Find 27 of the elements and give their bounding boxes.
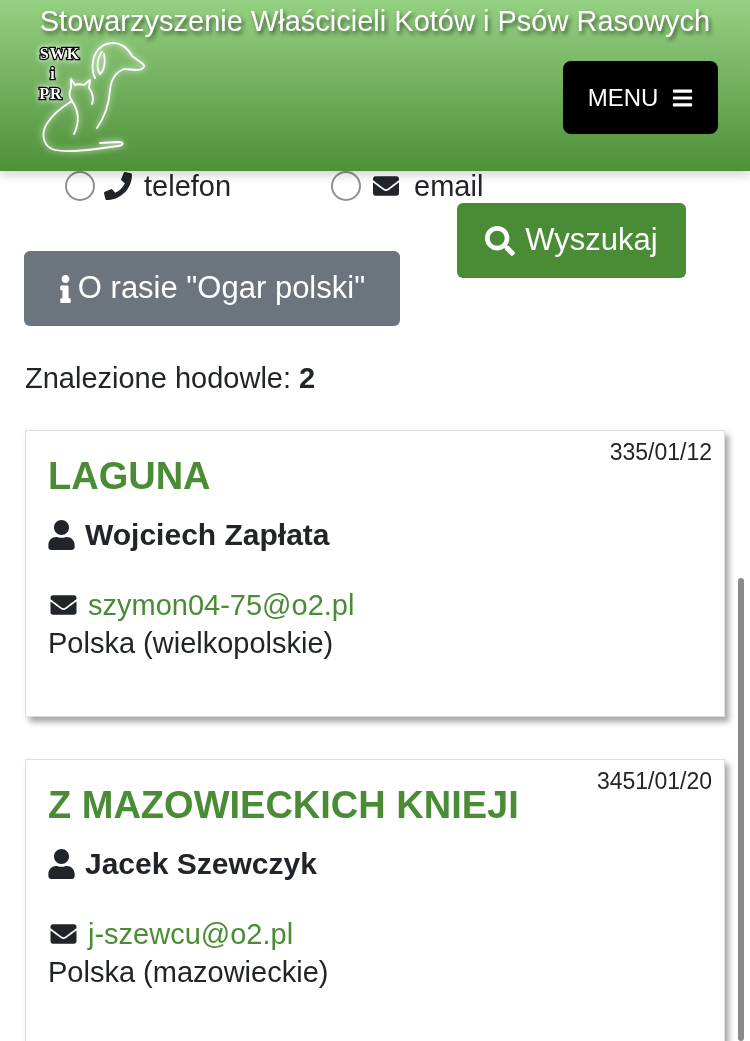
email-link[interactable]: szymon04-75@o2.pl (88, 586, 355, 624)
menu-button[interactable]: MENU (563, 61, 718, 134)
kennel-name-link[interactable]: Z MAZOWIECKICH KNIEJI (48, 783, 519, 827)
info-icon (58, 274, 72, 303)
radio-button[interactable] (65, 171, 95, 201)
email-link[interactable]: j-szewcu@o2.pl (88, 915, 294, 953)
envelope-icon (48, 592, 79, 618)
site-title: Stowarzyszenie Właścicieli Kotów i Psów Rasowych (39, 4, 711, 39)
logo[interactable]: SWK i PR (34, 42, 150, 160)
search-icon (485, 225, 516, 256)
radio-label: telefon (144, 171, 232, 201)
registration-number: 3451/01/20 (596, 767, 712, 795)
search-button[interactable]: Wyszukaj (457, 203, 686, 278)
owner-name: Jacek Szewczyk (85, 846, 317, 882)
location-text: Polska (mazowieckie) (48, 955, 330, 990)
radio-label: email (414, 171, 484, 201)
registration-number: 335/01/12 (609, 438, 712, 466)
radio-button[interactable] (331, 171, 362, 201)
kennel-name-link[interactable]: LAGUNA (48, 454, 211, 498)
envelope-icon (48, 921, 79, 947)
owner-name: Wojciech Zapłata (85, 517, 330, 553)
breed-info-button[interactable]: O rasie "Ogar polski" (24, 251, 400, 326)
person-icon (48, 849, 75, 879)
phone-icon (104, 172, 132, 200)
location-text: Polska (wielkopolskie) (48, 626, 335, 661)
person-icon (48, 520, 75, 550)
results-count: Znalezione hodowle: 2 (25, 361, 317, 396)
